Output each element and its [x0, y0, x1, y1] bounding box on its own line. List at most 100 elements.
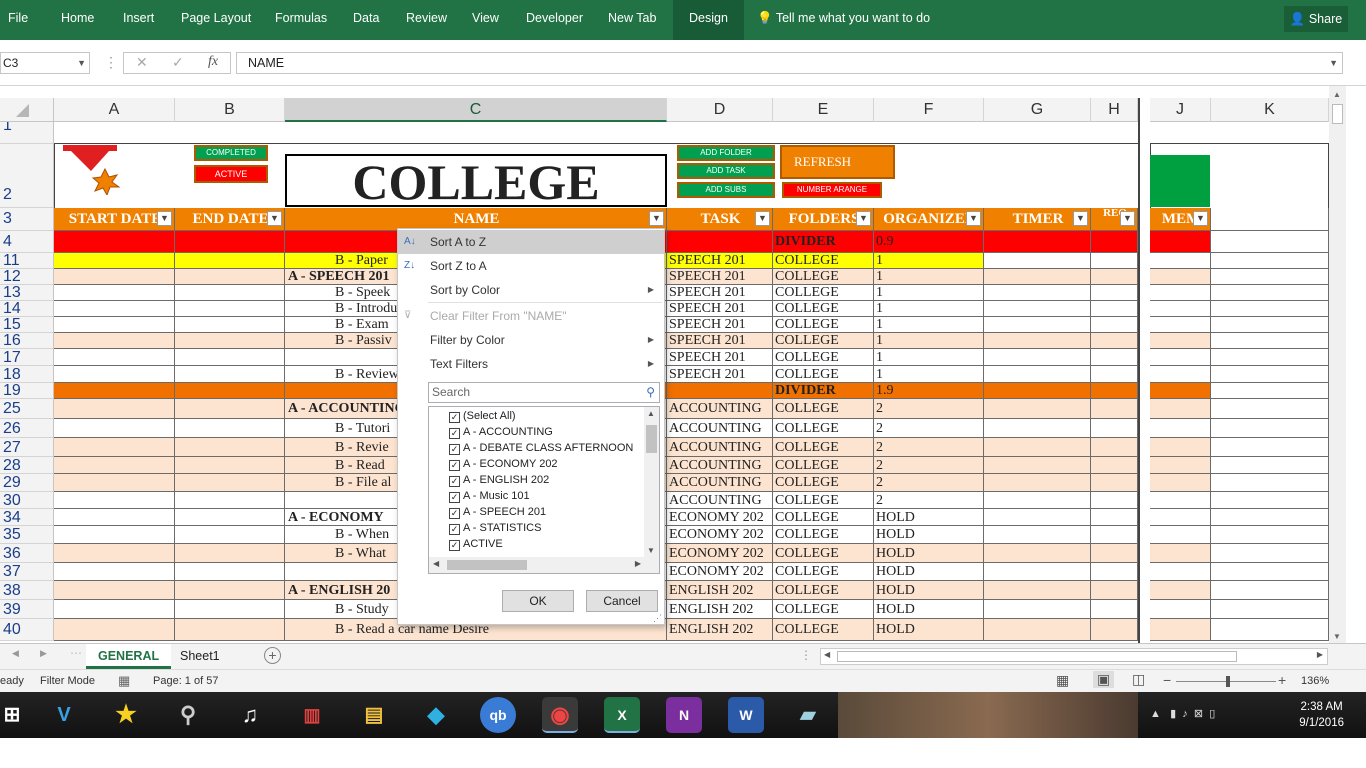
header-folders[interactable]: FOLDERS ▼ — [773, 208, 874, 231]
cell[interactable] — [1211, 383, 1329, 399]
folder-cell[interactable]: COLLEGE — [773, 457, 874, 474]
row-header[interactable]: 12 — [0, 269, 54, 285]
cell[interactable] — [1211, 581, 1329, 600]
cell[interactable] — [984, 366, 1091, 383]
row-header[interactable]: 39 — [0, 600, 54, 619]
cell[interactable] — [984, 492, 1091, 509]
cell[interactable] — [54, 349, 175, 366]
cell[interactable] — [984, 438, 1091, 457]
cell[interactable] — [175, 285, 285, 301]
folder-cell[interactable]: COLLEGE — [773, 492, 874, 509]
cell[interactable] — [175, 509, 285, 526]
cell[interactable] — [1150, 366, 1211, 383]
file-explorer-icon[interactable]: ▤ — [356, 697, 392, 733]
chrome-icon[interactable]: ◉ — [542, 697, 578, 733]
filter-list-item[interactable]: ✓ (Select All) — [449, 408, 516, 424]
cell[interactable] — [1150, 492, 1211, 509]
cell[interactable] — [1150, 544, 1211, 563]
header-task[interactable]: TASK ▼ — [667, 208, 773, 231]
macro-record-icon[interactable]: ▦ — [118, 673, 130, 689]
header-end-date[interactable]: END DATE ▼ — [175, 208, 285, 231]
cell[interactable] — [1211, 317, 1329, 333]
row-header[interactable]: 36 — [0, 544, 54, 563]
task-cell[interactable]: SPEECH 201 — [667, 269, 773, 285]
cell[interactable] — [1150, 581, 1211, 600]
row-header[interactable]: 2 — [0, 144, 54, 208]
folder-cell[interactable]: COLLEGE — [773, 301, 874, 317]
cell[interactable] — [1091, 285, 1138, 301]
tab-data[interactable]: Data — [353, 0, 379, 40]
task-cell[interactable] — [667, 231, 773, 253]
row-header[interactable]: 15 — [0, 317, 54, 333]
cell[interactable] — [1211, 419, 1329, 438]
cell[interactable] — [984, 419, 1091, 438]
clear-filter[interactable]: ⊽ Clear Filter From "NAME" — [398, 304, 664, 328]
cell[interactable] — [175, 383, 285, 399]
tab-file[interactable]: File — [8, 0, 28, 40]
cell[interactable] — [1091, 301, 1138, 317]
zoom-out-icon[interactable]: − — [1163, 672, 1171, 688]
sort-z-to-a[interactable]: Z↓ Sort Z to A — [398, 254, 664, 278]
cell[interactable] — [1091, 600, 1138, 619]
organizer-cell[interactable]: 2 — [874, 474, 984, 492]
column-header-d[interactable]: D — [667, 98, 773, 122]
cell[interactable] — [1211, 492, 1329, 509]
tab-view[interactable]: View — [472, 0, 499, 40]
cell[interactable] — [175, 544, 285, 563]
scroll-up-icon[interactable]: ▲ — [647, 409, 655, 418]
cell[interactable] — [984, 269, 1091, 285]
column-header-g[interactable]: G — [984, 98, 1091, 122]
organizer-cell[interactable]: HOLD — [874, 509, 984, 526]
select-all-corner[interactable] — [0, 98, 54, 122]
cell[interactable] — [1150, 383, 1211, 399]
cell[interactable] — [54, 509, 175, 526]
row-header[interactable]: 4 — [0, 231, 54, 253]
cell[interactable] — [984, 285, 1091, 301]
cell[interactable] — [1211, 457, 1329, 474]
cell[interactable] — [1150, 509, 1211, 526]
cell[interactable] — [984, 383, 1091, 399]
cell[interactable] — [1150, 285, 1211, 301]
column-header-j[interactable]: J — [1150, 98, 1211, 122]
row-header[interactable]: 25 — [0, 399, 54, 419]
folder-cell[interactable]: COLLEGE — [773, 399, 874, 419]
scroll-down-icon[interactable]: ▼ — [1333, 632, 1341, 641]
qbittorrent-icon[interactable]: qb — [480, 697, 516, 733]
cell[interactable] — [984, 333, 1091, 349]
column-header-f[interactable]: F — [874, 98, 984, 122]
cell[interactable] — [1211, 349, 1329, 366]
cell[interactable] — [984, 526, 1091, 544]
cell[interactable] — [175, 349, 285, 366]
insert-function-icon[interactable]: fx — [208, 54, 218, 70]
start-windows-icon[interactable]: ⊞ — [0, 697, 30, 733]
chevron-down-icon[interactable]: ▼ — [77, 53, 86, 73]
tell-me-box[interactable]: 💡 Tell me what you want to do — [757, 0, 930, 40]
filter-dropdown-icon[interactable]: ▼ — [755, 211, 770, 226]
filter-list-item[interactable]: ✓ A - Music 101 — [449, 488, 530, 504]
text-filters[interactable]: Text Filters ▶ — [398, 352, 664, 376]
sheet-tab-sheet1[interactable]: Sheet1 — [168, 644, 232, 669]
chevron-up-icon[interactable]: ▲ — [1150, 708, 1161, 720]
cell[interactable] — [54, 301, 175, 317]
cell[interactable] — [54, 526, 175, 544]
cell[interactable] — [1211, 333, 1329, 349]
organizer-cell[interactable]: 1 — [874, 253, 984, 269]
cell[interactable] — [984, 231, 1091, 253]
cell[interactable] — [1211, 366, 1329, 383]
cell[interactable] — [1091, 317, 1138, 333]
cell[interactable] — [1211, 399, 1329, 419]
scroll-up-icon[interactable]: ▲ — [1333, 90, 1341, 99]
cell[interactable] — [1150, 526, 1211, 544]
column-header-k[interactable]: K — [1211, 98, 1329, 122]
resize-grip-icon[interactable]: ⋰ — [653, 613, 662, 624]
cell[interactable] — [1211, 208, 1329, 231]
cell[interactable] — [1091, 349, 1138, 366]
folder-cell[interactable]: COLLEGE — [773, 317, 874, 333]
filter-dropdown-icon[interactable]: ▼ — [1120, 211, 1135, 226]
cell[interactable] — [1091, 269, 1138, 285]
taskbar-clock[interactable]: 2:38 AM 9/1/2016 — [1299, 699, 1344, 731]
cell[interactable] — [1091, 544, 1138, 563]
organizer-cell[interactable]: 1 — [874, 269, 984, 285]
cell[interactable] — [54, 474, 175, 492]
folder-cell[interactable]: COLLEGE — [773, 563, 874, 581]
